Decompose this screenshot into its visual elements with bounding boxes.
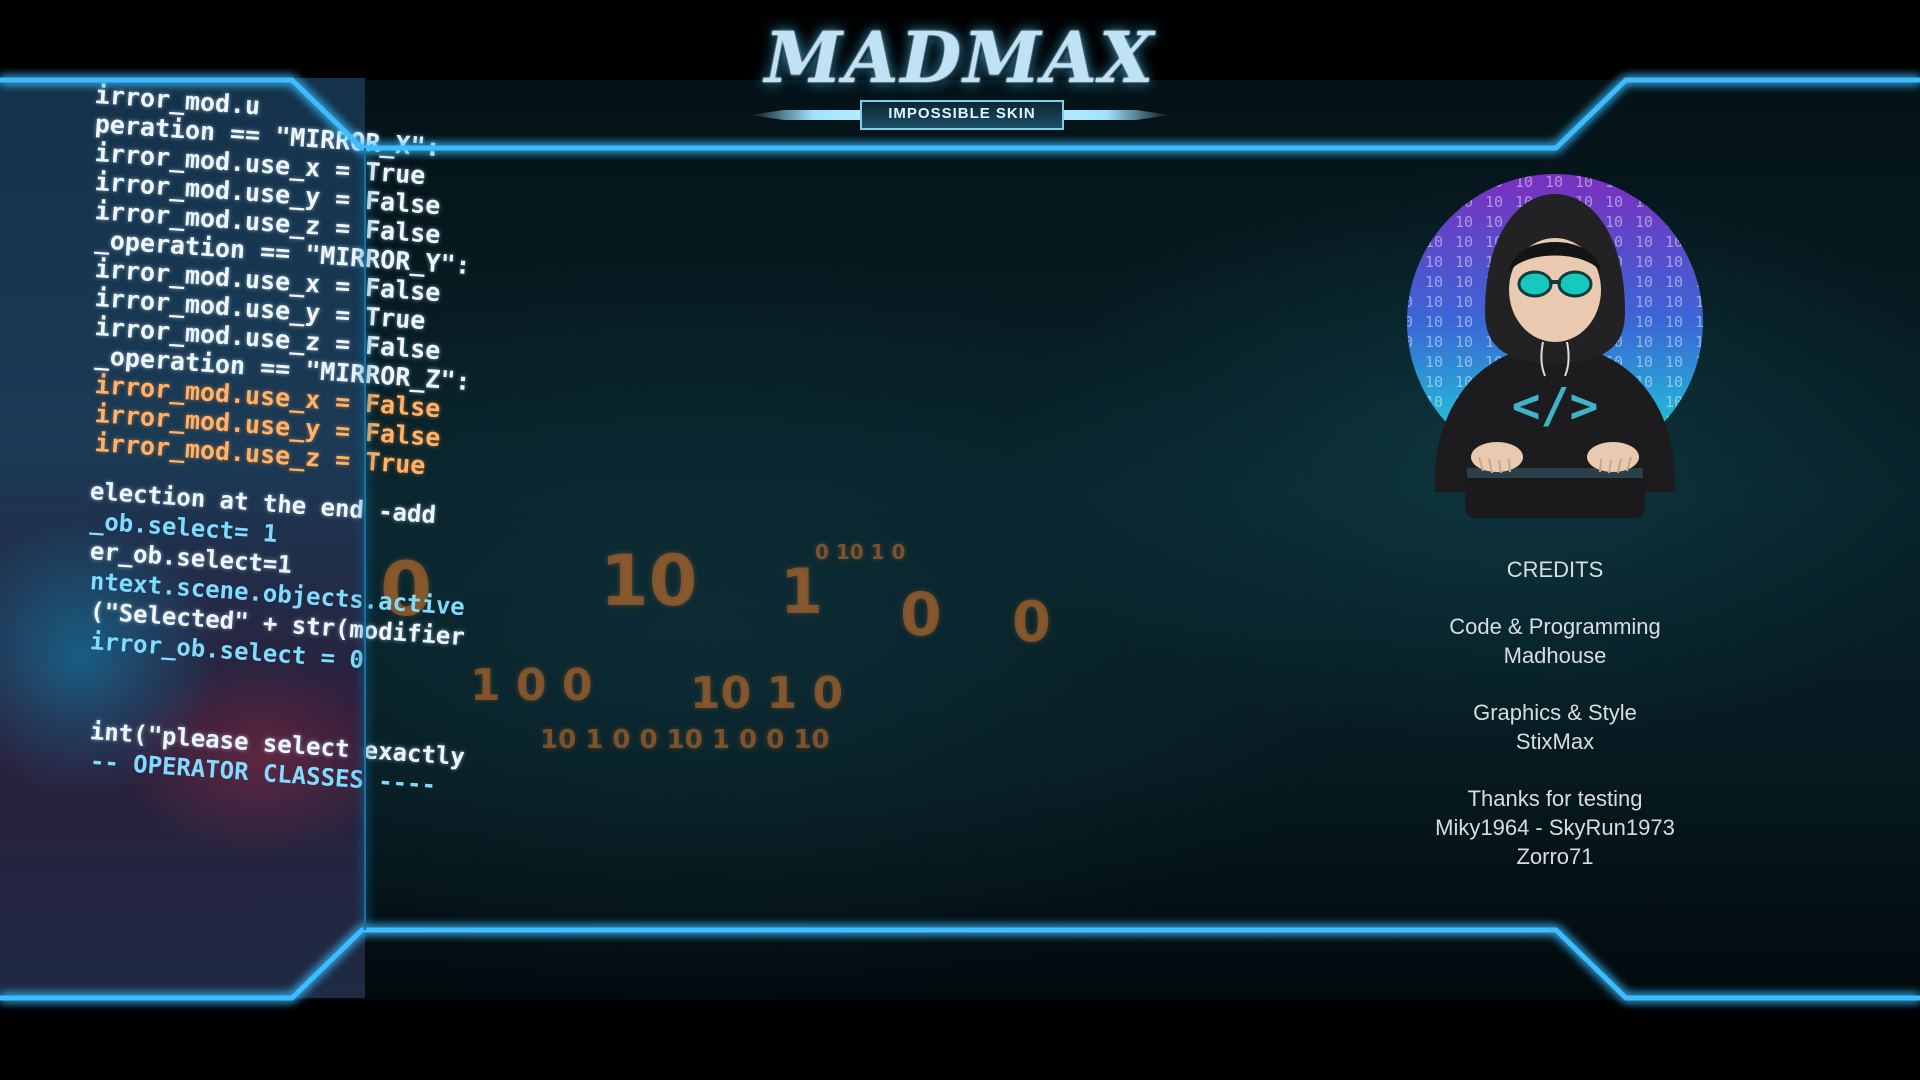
credits-code-name: Madhouse [1503, 643, 1607, 668]
credits-heading: CREDITS [1506, 557, 1604, 582]
hooded-hacker-icon: 10 </> [1407, 174, 1703, 518]
logo-title: MADMAX [764, 16, 1156, 99]
madmax-logo: MADMAX IMPOSSIBLE SKIN [740, 14, 1180, 136]
frame-bottom [0, 927, 1920, 1001]
neon-frame [0, 77, 1920, 1001]
credits-testers-line2: Zorro71 [1516, 844, 1594, 869]
credits-spacer [1400, 584, 1710, 612]
credits-block: CREDITS Code & Programming Madhouse Grap… [1400, 555, 1710, 871]
credits-code-label: Code & Programming [1449, 614, 1661, 639]
credits-graphics-label: Graphics & Style [1473, 700, 1637, 725]
credits-testers-line1: Miky1964 - SkyRun1973 [1435, 815, 1675, 840]
credits-spacer [1400, 756, 1710, 784]
credits-thanks-label: Thanks for testing [1467, 786, 1643, 811]
skin-background: 10 1 0 0 0 10 1 0 1 0 0 10 1 0 0 10 1 0 … [0, 0, 1920, 1080]
logo-subtitle: IMPOSSIBLE SKIN [860, 100, 1064, 130]
code-symbol: </> [1512, 378, 1599, 434]
credits-spacer [1400, 670, 1710, 698]
credits-graphics-name: StixMax [1515, 729, 1595, 754]
